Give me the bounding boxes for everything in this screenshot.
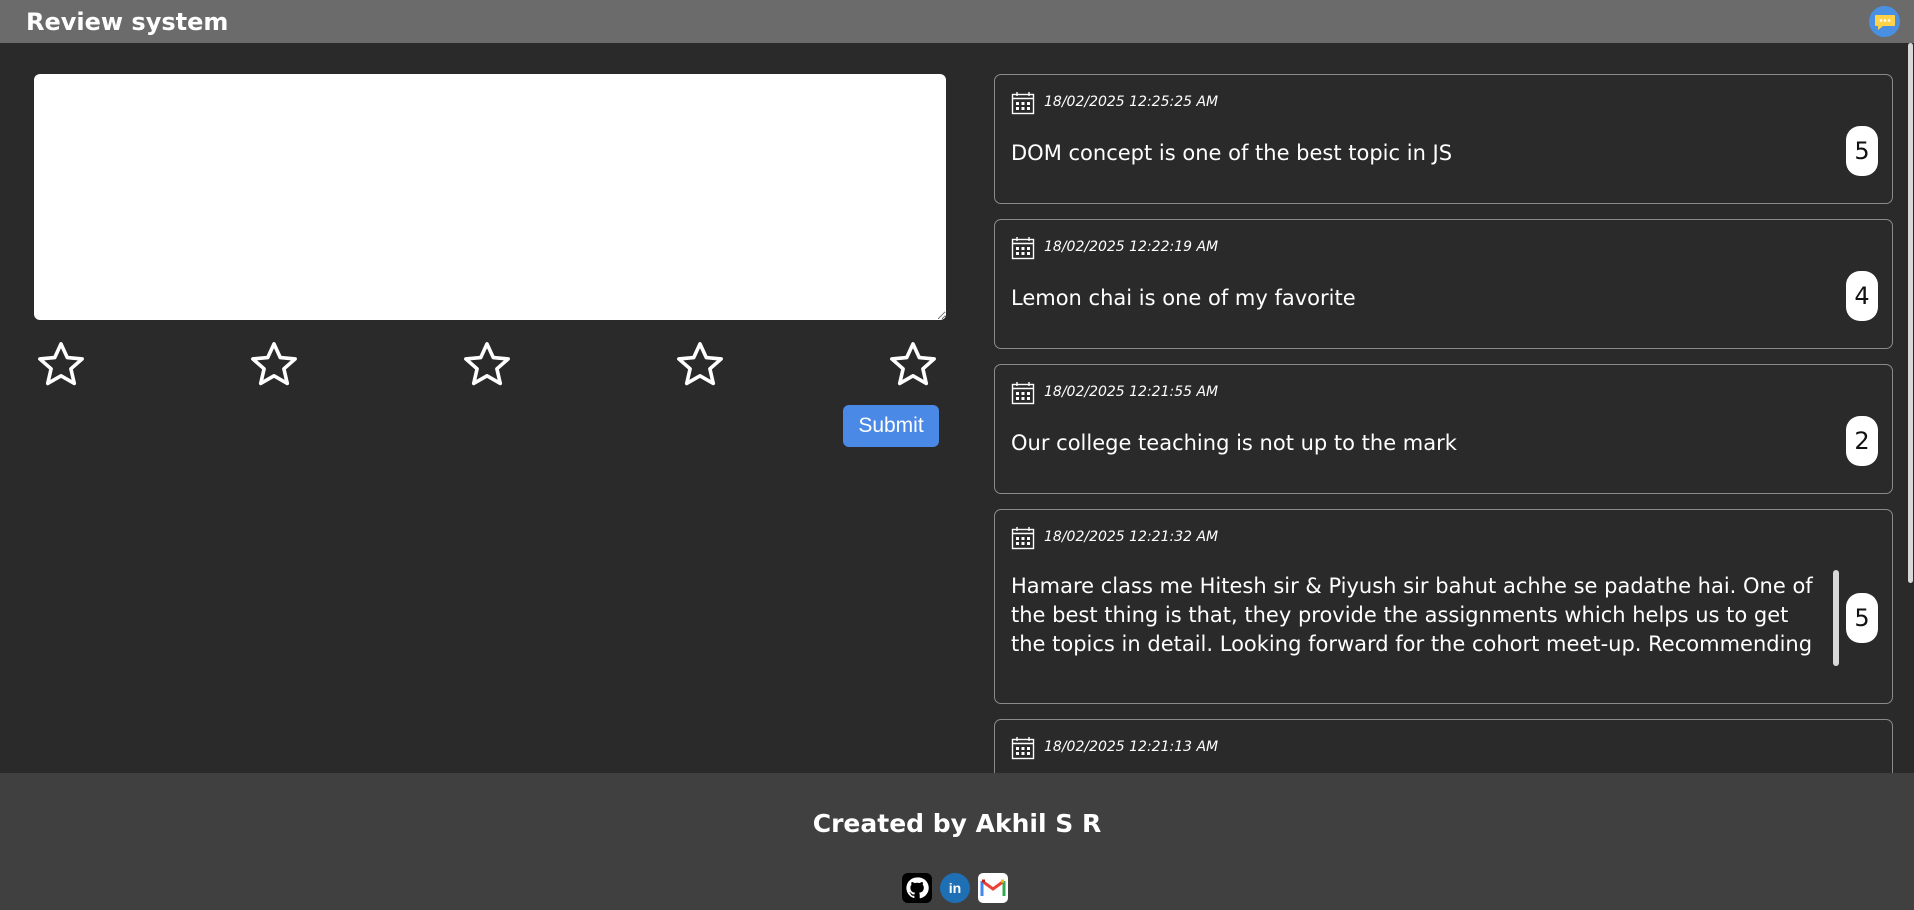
star-icon[interactable] [886, 338, 940, 392]
app-header: Review system [0, 0, 1914, 43]
page-scrollbar[interactable] [1907, 43, 1914, 773]
page-scrollbar-thumb[interactable] [1908, 43, 1913, 583]
gmail-icon[interactable] [978, 873, 1008, 903]
github-icon[interactable] [902, 873, 932, 903]
rating-badge: 4 [1846, 271, 1878, 321]
star-icon[interactable] [247, 338, 301, 392]
linkedin-icon[interactable]: in [940, 873, 970, 903]
calendar-icon [1011, 526, 1035, 550]
calendar-icon [1011, 91, 1035, 115]
review-text: Lemon chai is one of my favorite [1011, 286, 1356, 310]
review-list[interactable]: 18/02/2025 12:25:25 AM DOM concept is on… [994, 74, 1893, 773]
rating-badge: 5 [1846, 126, 1878, 176]
footer: Created by Akhil S R in [0, 773, 1914, 910]
review-textarea[interactable] [34, 74, 946, 320]
review-card: 18/02/2025 12:22:19 AM Lemon chai is one… [994, 219, 1893, 349]
review-date: 18/02/2025 12:21:13 AM [1044, 739, 1219, 755]
star-icon[interactable] [34, 338, 88, 392]
review-date: 18/02/2025 12:25:25 AM [1044, 94, 1219, 110]
calendar-icon [1011, 736, 1035, 760]
app-title: Review system [26, 8, 229, 36]
review-card: 18/02/2025 12:25:25 AM DOM concept is on… [994, 74, 1893, 204]
review-date: 18/02/2025 12:21:32 AM [1044, 529, 1219, 545]
review-text: DOM concept is one of the best topic in … [1011, 141, 1453, 165]
review-card: 18/02/2025 12:21:32 AM Hamare class me H… [994, 509, 1893, 704]
review-card: 18/02/2025 12:21:55 AM Our college teach… [994, 364, 1893, 494]
star-icon[interactable] [673, 338, 727, 392]
review-text-scrollbar[interactable] [1833, 570, 1839, 666]
rating-badge: 5 [1846, 593, 1878, 643]
calendar-icon [1011, 236, 1035, 260]
calendar-icon [1011, 381, 1035, 405]
review-card: 18/02/2025 12:21:13 AM [994, 719, 1893, 773]
footer-credit: Created by Akhil S R [812, 809, 1102, 838]
review-date: 18/02/2025 12:22:19 AM [1044, 239, 1219, 255]
review-text: Our college teaching is not up to the ma… [1011, 431, 1457, 455]
rating-badge: 2 [1846, 416, 1878, 466]
star-icon[interactable] [460, 338, 514, 392]
submit-button[interactable]: Submit [843, 405, 939, 447]
star-rating [34, 338, 946, 393]
review-date: 18/02/2025 12:21:55 AM [1044, 384, 1219, 400]
chat-bubble-icon[interactable] [1869, 6, 1900, 37]
review-text: Hamare class me Hitesh sir & Piyush sir … [1011, 574, 1813, 662]
